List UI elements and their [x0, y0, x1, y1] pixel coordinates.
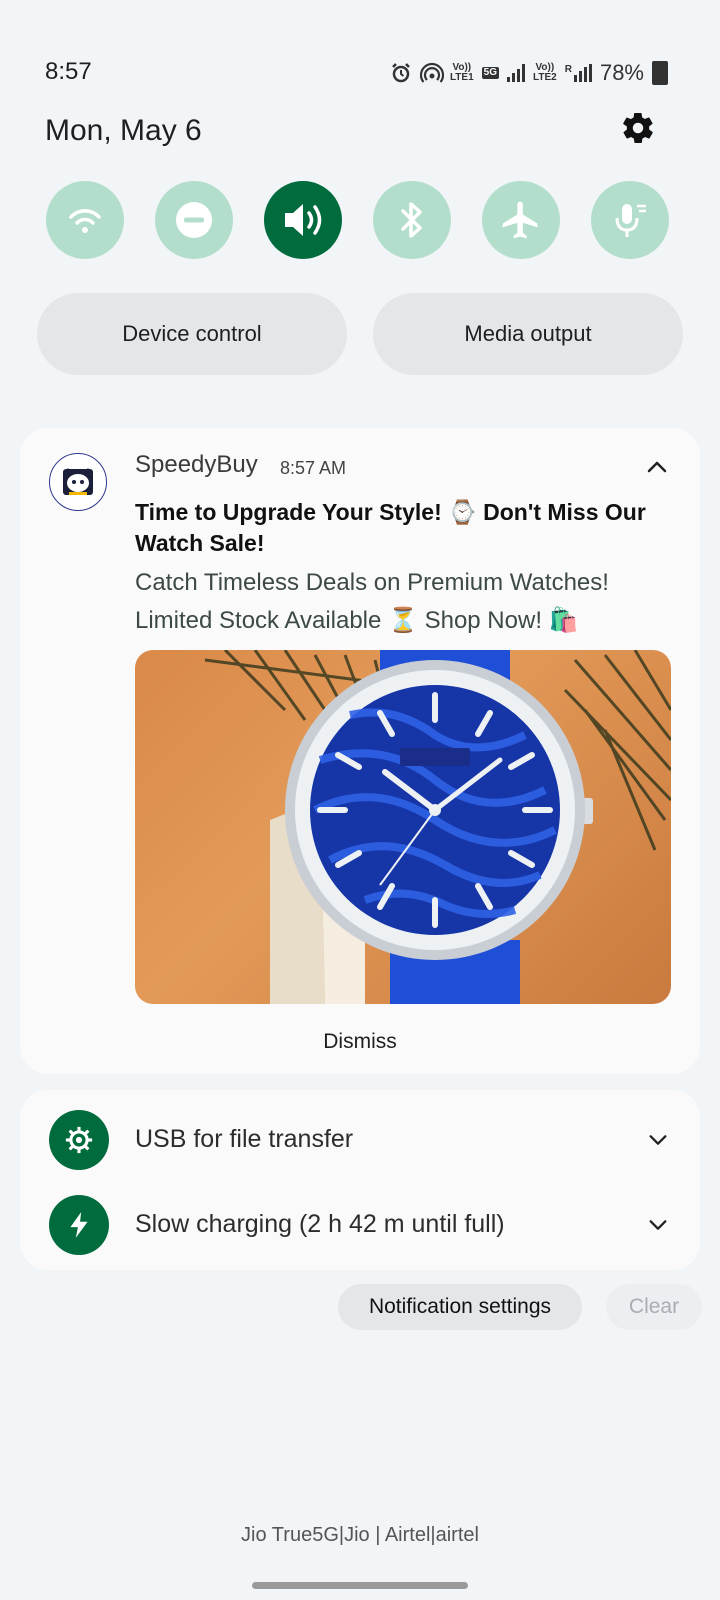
clear-button[interactable]: Clear	[606, 1284, 702, 1330]
status-time: 8:57	[45, 58, 92, 85]
carrier-label: Jio True5G|Jio | Airtel|airtel	[241, 1524, 479, 1546]
charging-expand-button[interactable]	[647, 1214, 669, 1236]
hotspot-icon	[419, 62, 445, 84]
speedybuy-logo-icon	[63, 468, 93, 495]
status-icons: Vo)) LTE1 5G Vo)) LTE2 R 78%	[390, 58, 668, 88]
charging-bolt-icon	[70, 1212, 88, 1238]
gear-icon	[623, 112, 653, 144]
mic-tile[interactable]	[591, 181, 669, 259]
device-control-button[interactable]: Device control	[37, 293, 347, 375]
watch-product-image[interactable]	[135, 650, 671, 1004]
app-icon	[49, 453, 107, 511]
dismiss-button[interactable]: Dismiss	[300, 1030, 420, 1054]
media-output-button[interactable]: Media output	[373, 293, 683, 375]
dnd-icon	[176, 202, 212, 238]
usb-settings-icon	[65, 1126, 93, 1154]
airplane-tile[interactable]	[482, 181, 560, 259]
home-indicator[interactable]	[252, 1582, 468, 1589]
watch-illustration	[204, 650, 671, 1004]
charging-icon-badge	[49, 1195, 109, 1255]
microphone-icon	[615, 204, 646, 237]
settings-button[interactable]	[620, 110, 656, 146]
date: Mon, May 6	[45, 114, 202, 147]
charging-notification-label[interactable]: Slow charging (2 h 42 m until full)	[135, 1210, 505, 1239]
wifi-icon	[69, 209, 101, 233]
wifi-tile[interactable]	[46, 181, 124, 259]
lte2-label: LTE2	[533, 72, 557, 83]
airplane-icon	[502, 201, 538, 239]
bluetooth-tile[interactable]	[373, 181, 451, 259]
alarm-icon	[390, 62, 412, 84]
chevron-down-icon	[649, 1220, 667, 1230]
silent-notifications-card	[20, 1090, 700, 1270]
usb-notification-label[interactable]: USB for file transfer	[135, 1125, 353, 1154]
notification-settings-button[interactable]: Notification settings	[338, 1284, 582, 1330]
5g-icon: 5G	[481, 67, 499, 79]
notification-body: Catch Timeless Deals on Premium Watches!…	[135, 569, 609, 634]
sound-tile[interactable]	[264, 181, 342, 259]
volte-lte2-icon: Vo)) LTE2	[533, 62, 557, 83]
usb-icon-badge	[49, 1110, 109, 1170]
notification-time: 8:57 AM	[280, 458, 347, 478]
notification-title: Time to Upgrade Your Style! ⌚ Don't Miss…	[135, 499, 646, 556]
roaming-label: R	[564, 64, 572, 75]
battery-percent: 78%	[599, 60, 644, 85]
bluetooth-icon	[401, 202, 422, 238]
chevron-down-icon	[649, 1135, 667, 1145]
signal-roaming-icon: R	[565, 64, 592, 82]
collapse-button[interactable]	[645, 455, 669, 479]
volume-icon	[285, 204, 322, 236]
lte1-label: LTE1	[449, 72, 474, 83]
battery-charging-icon	[652, 61, 668, 85]
dnd-tile[interactable]	[155, 181, 233, 259]
volte-lte1-icon: Vo)) LTE1	[449, 62, 474, 83]
notification-app-name: SpeedyBuy	[135, 451, 258, 478]
signal-icon	[507, 64, 525, 82]
chevron-up-icon	[647, 461, 667, 473]
usb-expand-button[interactable]	[647, 1129, 669, 1151]
